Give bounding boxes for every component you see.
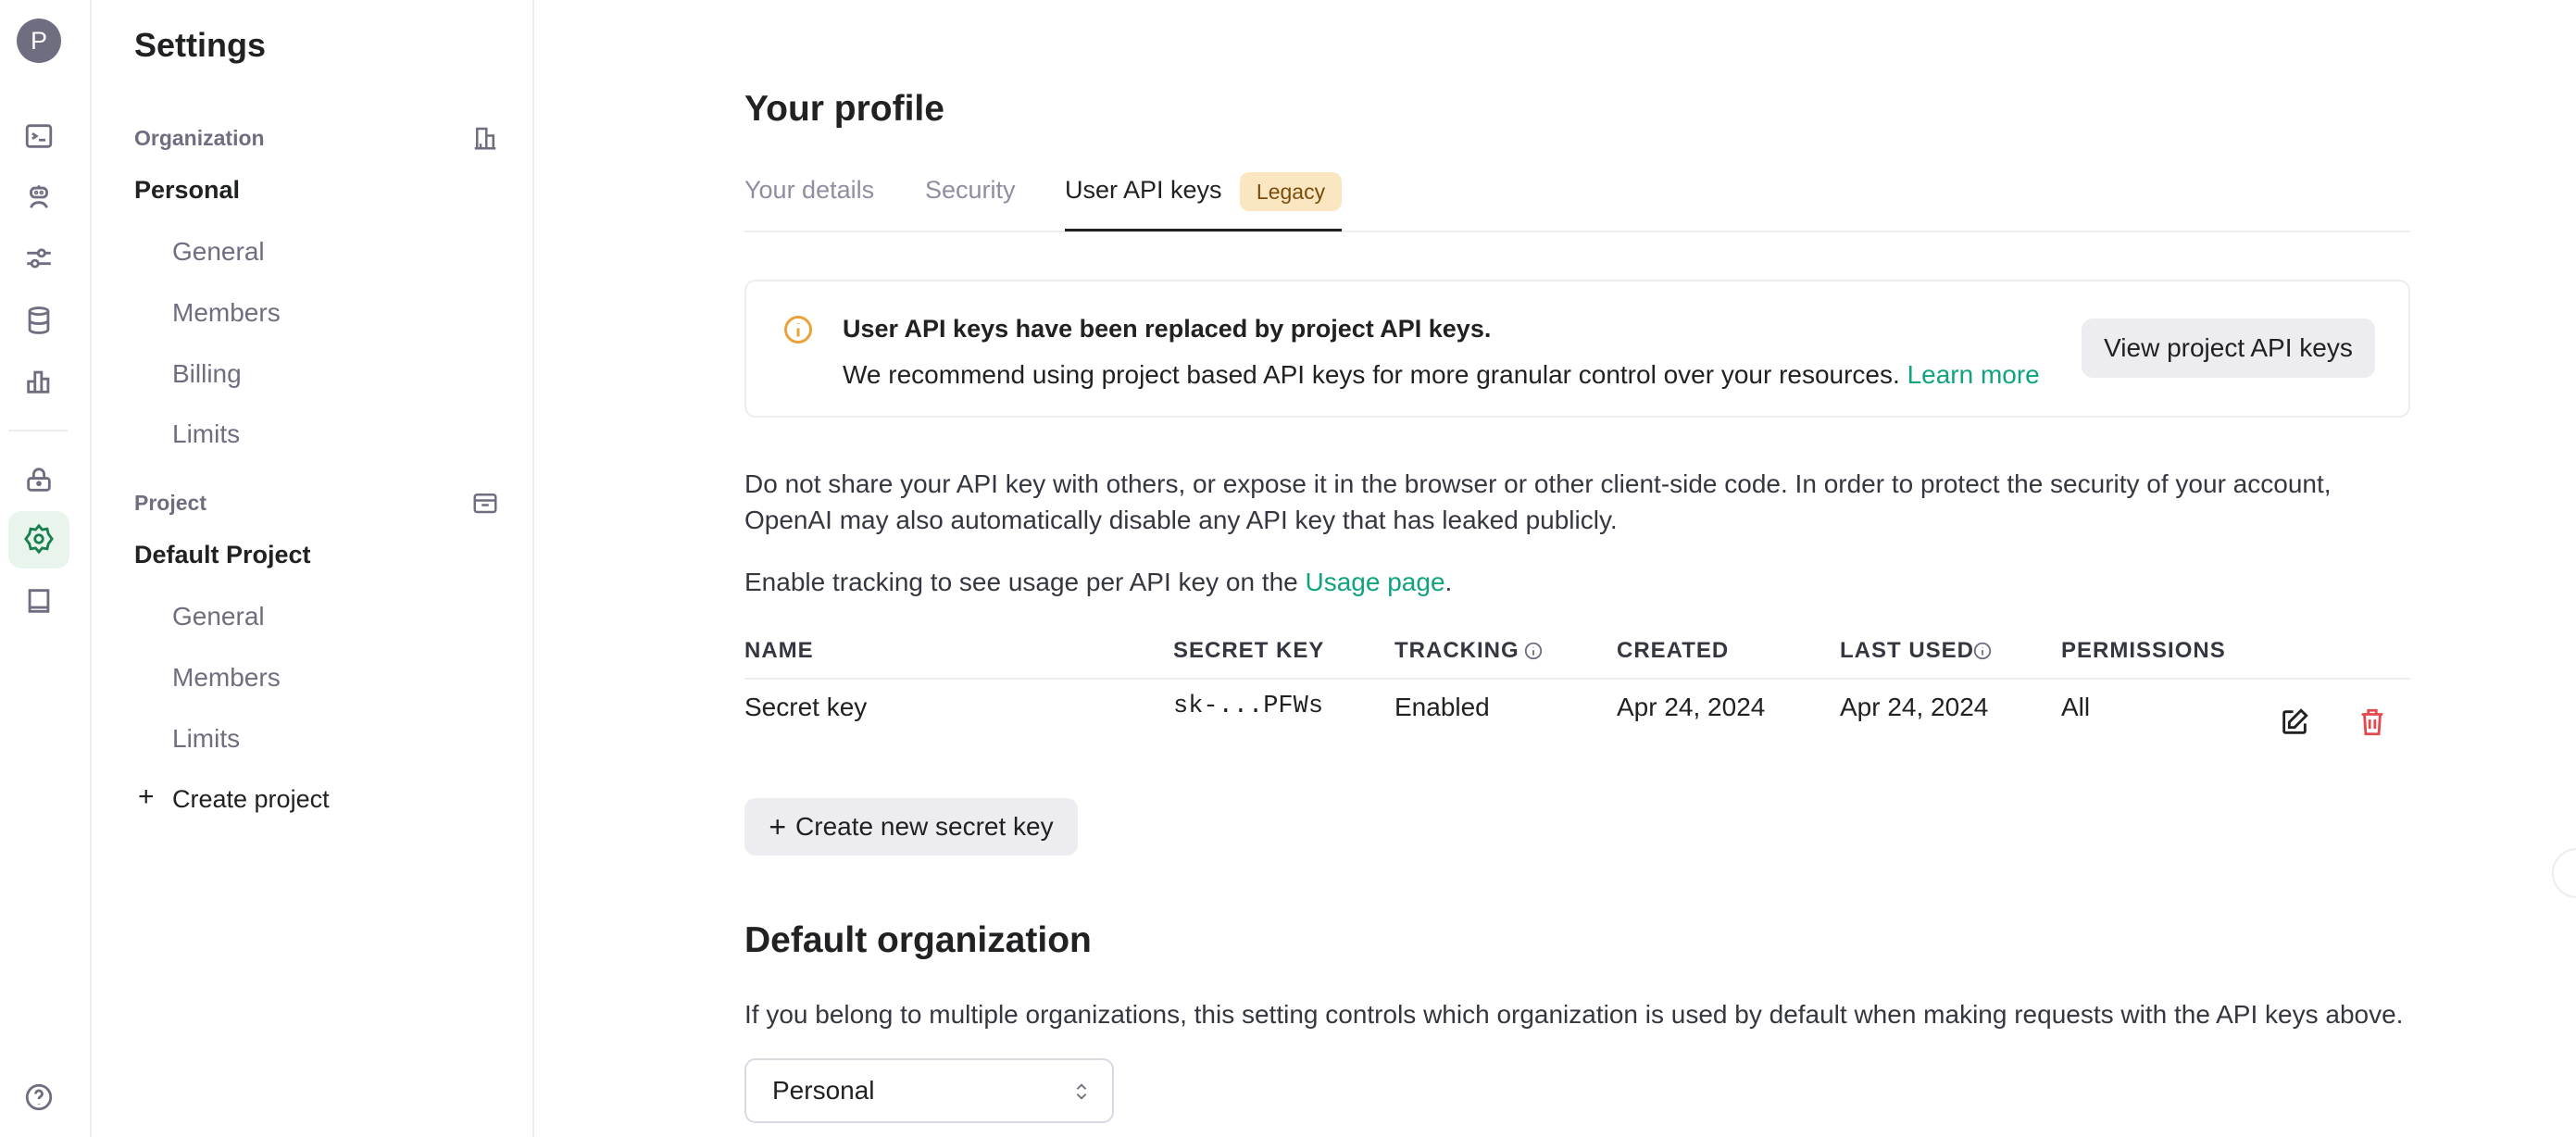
column-header-last-used: LAST USED — [1840, 638, 1975, 663]
key-last-used: Apr 24, 2024 — [1840, 693, 1989, 721]
tab-your-details[interactable]: Your details — [744, 176, 874, 205]
selected-organization: Personal — [772, 1076, 875, 1105]
archive-icon[interactable] — [471, 489, 499, 517]
column-header-tracking: TRACKING — [1394, 638, 1519, 663]
key-name: Secret key — [744, 693, 868, 721]
sidebar-item-org-members[interactable]: Members — [172, 298, 281, 328]
organization-label: Organization — [134, 126, 265, 150]
page-title: Your profile — [744, 89, 944, 129]
lock-icon[interactable] — [20, 461, 57, 498]
banner-title: User API keys have been replaced by proj… — [843, 315, 1492, 343]
sidebar-item-org-billing[interactable]: Billing — [172, 359, 242, 389]
gear-icon[interactable] — [20, 520, 57, 557]
learn-more-link[interactable]: Learn more — [1907, 360, 2040, 389]
banner-description: We recommend using project based API key… — [843, 360, 1900, 389]
default-organization-select[interactable]: Personal — [744, 1058, 1114, 1123]
organization-name[interactable]: Personal — [134, 176, 240, 205]
default-organization-title: Default organization — [744, 920, 1092, 960]
active-tab-indicator — [1065, 229, 1342, 231]
security-warning-line2: OpenAI may also automatically disable an… — [744, 506, 1618, 534]
chevron-updown-icon — [1076, 1083, 1087, 1100]
key-permissions: All — [2061, 693, 2091, 721]
banner-text: We recommend using project based API key… — [843, 360, 2040, 390]
legacy-badge: Legacy — [1240, 172, 1342, 211]
tab-user-api-keys[interactable]: User API keys — [1065, 176, 1222, 205]
table-header-divider — [744, 678, 2410, 680]
sidebar-item-org-general[interactable]: General — [172, 237, 265, 267]
column-header-name: NAME — [744, 638, 814, 663]
rail-divider — [8, 430, 68, 431]
database-icon[interactable] — [20, 302, 57, 339]
delete-icon[interactable] — [2357, 706, 2388, 738]
project-name[interactable]: Default Project — [134, 541, 311, 569]
edit-icon[interactable] — [2279, 706, 2310, 738]
info-warning-icon — [784, 316, 812, 344]
deprecation-banner: User API keys have been replaced by proj… — [744, 280, 2410, 418]
tabs-divider — [744, 231, 2410, 232]
security-warning-line1: Do not share your API key with others, o… — [744, 469, 2332, 498]
building-icon[interactable] — [471, 124, 499, 152]
tracking-note: Enable tracking to see usage per API key… — [744, 568, 1452, 597]
create-project-button[interactable]: Create project — [172, 785, 330, 814]
sidebar-item-project-general[interactable]: General — [172, 602, 265, 631]
plus-icon: + — [769, 809, 787, 843]
sidebar-item-project-limits[interactable]: Limits — [172, 724, 240, 754]
help-icon[interactable] — [20, 1079, 57, 1116]
last-used-info-icon[interactable] — [1972, 641, 1993, 661]
floating-handle[interactable] — [2552, 848, 2576, 898]
chart-icon[interactable] — [20, 363, 57, 400]
default-organization-description: If you belong to multiple organizations,… — [744, 1000, 2404, 1029]
assistant-icon[interactable] — [20, 179, 57, 216]
key-created: Apr 24, 2024 — [1617, 693, 1766, 721]
avatar[interactable]: P — [17, 19, 61, 63]
create-key-label: Create new secret key — [795, 812, 1054, 841]
key-secret: sk-...PFWs — [1173, 693, 1324, 720]
project-label: Project — [134, 491, 206, 515]
plus-icon: + — [138, 781, 155, 812]
sidebar-item-project-members[interactable]: Members — [172, 663, 281, 693]
column-header-created: CREATED — [1617, 638, 1730, 663]
tab-security[interactable]: Security — [925, 176, 1016, 205]
sliders-icon[interactable] — [20, 240, 57, 277]
icon-rail: P — [0, 0, 92, 1137]
tracking-text: Enable tracking to see usage per API key… — [744, 568, 1298, 596]
create-new-secret-key-button[interactable]: + Create new secret key — [744, 798, 1078, 856]
usage-page-link[interactable]: Usage page — [1306, 568, 1445, 596]
column-header-permissions: PERMISSIONS — [2061, 638, 2226, 663]
settings-title: Settings — [134, 26, 267, 64]
column-header-secret-key: SECRET KEY — [1173, 638, 1325, 663]
key-tracking: Enabled — [1394, 693, 1490, 721]
book-icon[interactable] — [20, 582, 57, 619]
sidebar-item-org-limits[interactable]: Limits — [172, 419, 240, 449]
terminal-icon[interactable] — [20, 118, 57, 155]
tracking-info-icon[interactable] — [1523, 641, 1544, 661]
settings-sidebar: Settings Organization Personal General M… — [92, 0, 534, 1137]
view-project-api-keys-button[interactable]: View project API keys — [2082, 319, 2375, 378]
tracking-period: . — [1444, 568, 1453, 596]
